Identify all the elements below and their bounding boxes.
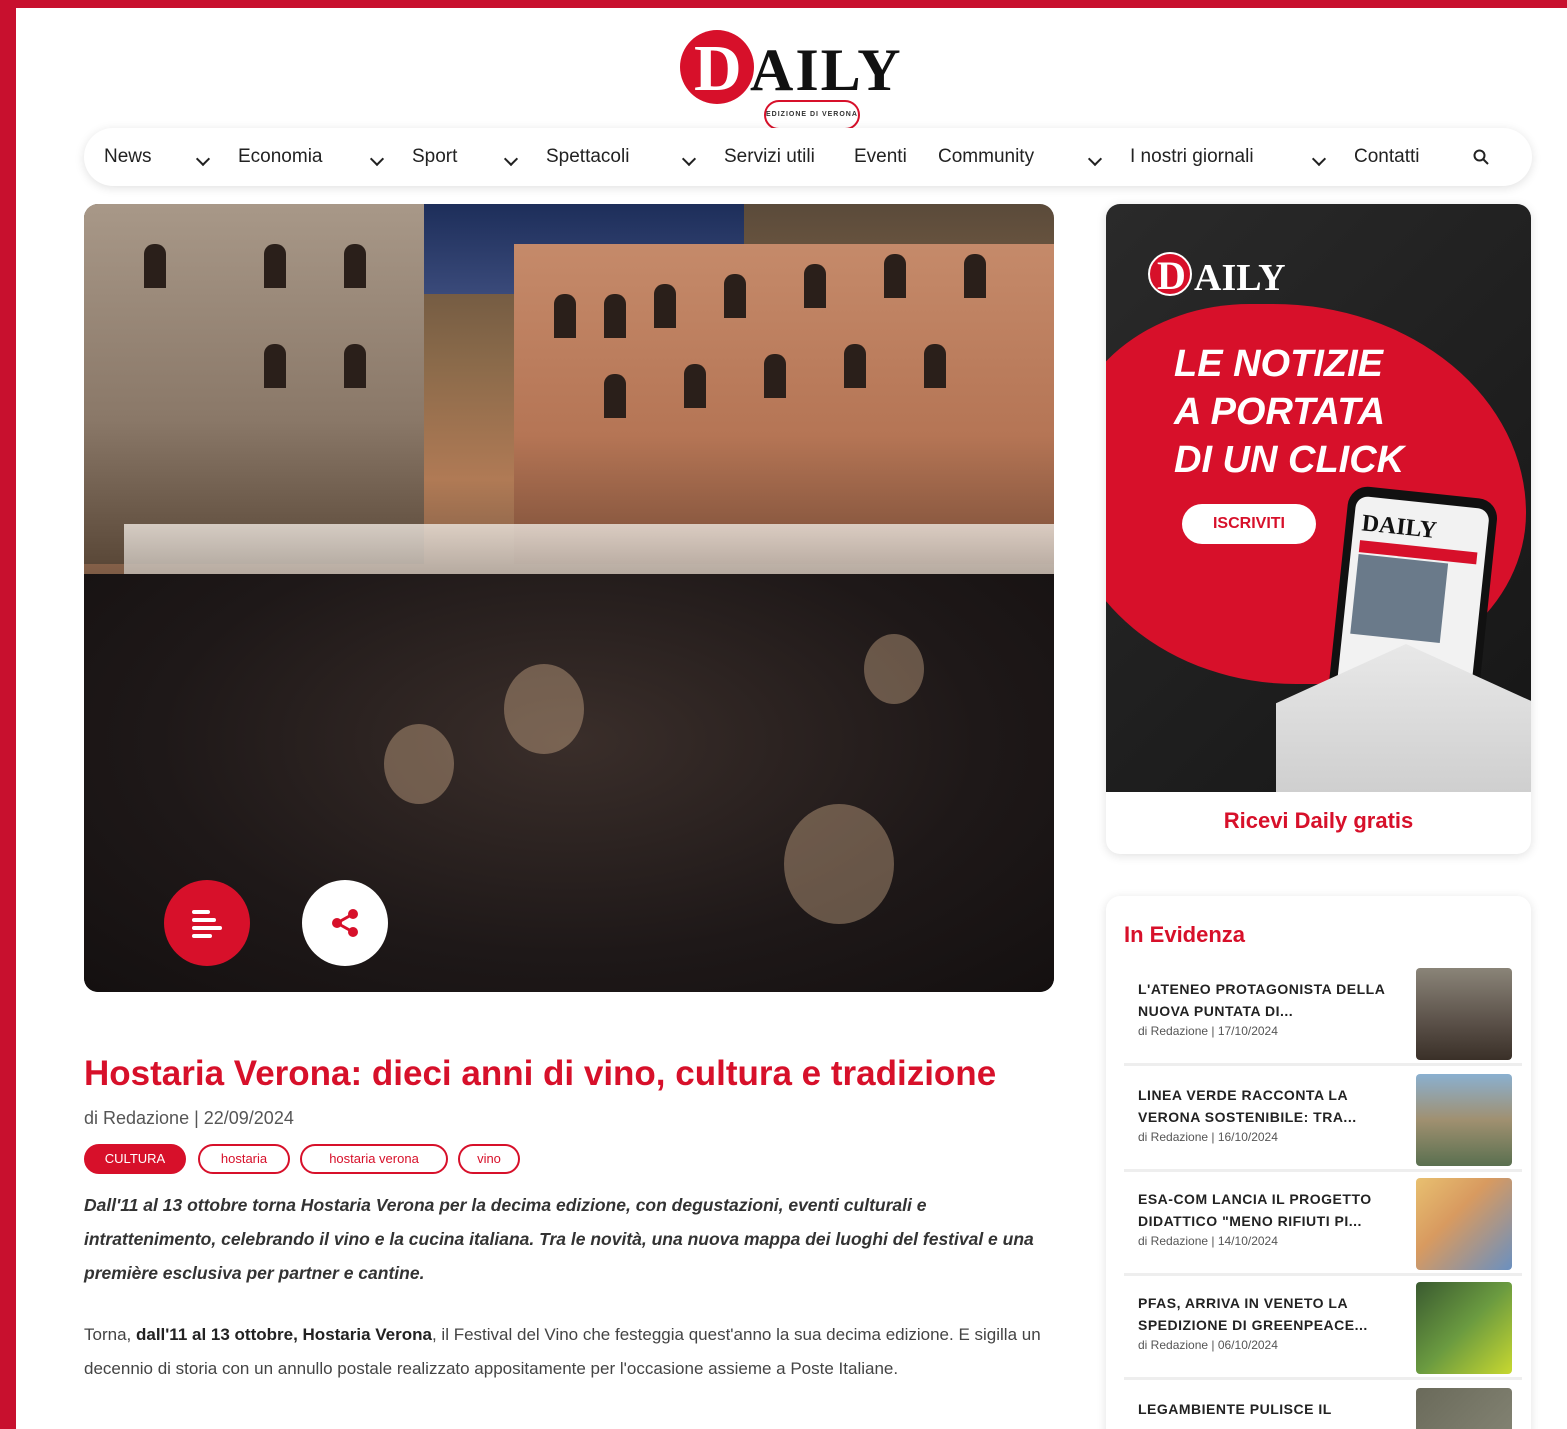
chevron-down-icon[interactable] [1311, 151, 1327, 167]
thumbnail[interactable] [1416, 1074, 1512, 1166]
nav-item-community[interactable]: Community [938, 146, 1034, 168]
hero-image [84, 204, 1054, 992]
nav-item-contatti[interactable]: Contatti [1354, 146, 1419, 168]
list-item[interactable]: LEGAMBIENTE PULISCE IL [1124, 1382, 1522, 1429]
in-evidenza-panel: In Evidenza L'ATENEO PROTAGONISTA DELLA … [1106, 896, 1531, 1429]
nav-item-economia[interactable]: Economia [238, 146, 323, 168]
thumbnail[interactable] [1416, 1178, 1512, 1270]
tag-hostaria-verona[interactable]: hostaria verona [300, 1144, 448, 1174]
nav-item-spettacoli[interactable]: Spettacoli [546, 146, 629, 168]
article-lead: Dall'11 al 13 ottobre torna Hostaria Ver… [84, 1195, 1034, 1283]
nav-item-news[interactable]: News [104, 146, 152, 168]
tag-cultura[interactable]: CULTURA [84, 1144, 186, 1174]
search-icon[interactable] [1472, 148, 1490, 166]
nav-item-nostri-giornali[interactable]: I nostri giornali [1130, 146, 1254, 168]
list-item[interactable]: ESA-COM LANCIA IL PROGETTO DIDATTICO "ME… [1124, 1172, 1522, 1276]
share-button[interactable] [302, 880, 388, 966]
logo-tagline: EDIZIONE DI VERONA [764, 100, 860, 130]
chevron-down-icon[interactable] [1087, 151, 1103, 167]
logo-initial: D [694, 32, 742, 105]
chevron-down-icon[interactable] [369, 151, 385, 167]
thumbnail[interactable] [1416, 1388, 1512, 1429]
daily-logo[interactable]: D AILY EDIZIONE DI VERONA [680, 22, 960, 130]
chevron-down-icon[interactable] [503, 151, 519, 167]
chevron-down-icon[interactable] [195, 151, 211, 167]
list-item[interactable]: PFAS, ARRIVA IN VENETO LA SPEDIZIONE DI … [1124, 1276, 1522, 1380]
page: D AILY EDIZIONE DI VERONA News Economia … [16, 8, 1567, 1429]
share-icon [332, 909, 358, 937]
nav-item-sport[interactable]: Sport [412, 146, 457, 168]
main-nav: News Economia Sport Spettacoli Servizi u… [84, 128, 1532, 186]
article-byline: di Redazione | 22/09/2024 [84, 1108, 294, 1128]
tag-vino[interactable]: vino [458, 1144, 520, 1174]
ad-headline: LE NOTIZIE A PORTATA DI UN CLICK [1174, 343, 1405, 481]
hero-building-left [84, 204, 424, 564]
thumbnail[interactable] [1416, 968, 1512, 1060]
iscriviti-button[interactable]: ISCRIVITI [1182, 504, 1316, 544]
nav-item-servizi-utili[interactable]: Servizi utili [724, 146, 815, 168]
in-evidenza-heading: In Evidenza [1124, 922, 1246, 947]
nav-item-eventi[interactable]: Eventi [854, 146, 907, 168]
daily-subscribe-ad[interactable]: D AILY LE NOTIZIE A PORTATA DI UN CLICK … [1106, 204, 1531, 854]
list-item[interactable]: L'ATENEO PROTAGONISTA DELLA NUOVA PUNTAT… [1124, 962, 1522, 1066]
logo-text: AILY [750, 37, 903, 103]
chevron-down-icon[interactable] [681, 151, 697, 167]
article-body: Torna, dall'11 al 13 ottobre, Hostaria V… [84, 1325, 1041, 1378]
ricevi-daily-link[interactable]: Ricevi Daily gratis [1106, 808, 1531, 834]
tag-hostaria[interactable]: hostaria [198, 1144, 290, 1174]
article-title: Hostaria Verona: dieci anni di vino, cul… [84, 1054, 997, 1093]
article-index-button[interactable] [164, 880, 250, 966]
thumbnail[interactable] [1416, 1282, 1512, 1374]
list-item[interactable]: LINEA VERDE RACCONTA LA VERONA SOSTENIBI… [1124, 1068, 1522, 1172]
